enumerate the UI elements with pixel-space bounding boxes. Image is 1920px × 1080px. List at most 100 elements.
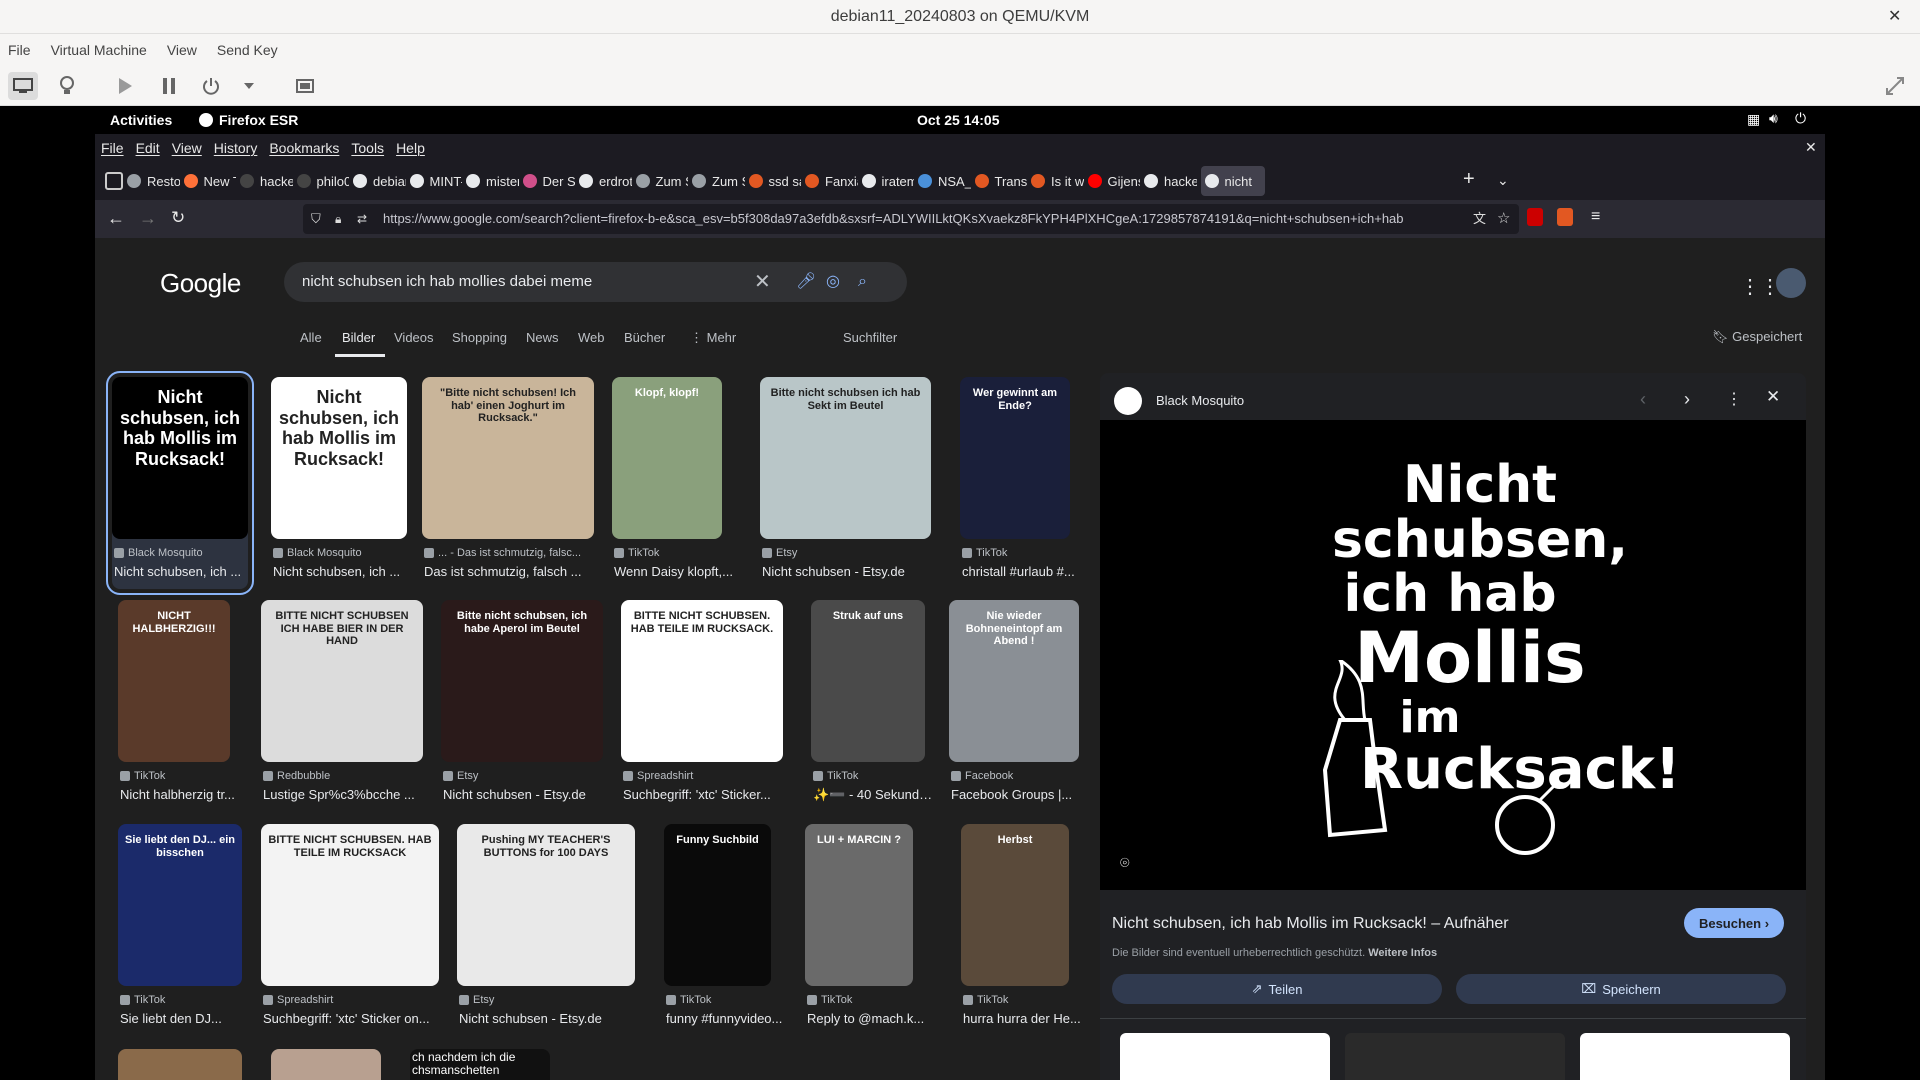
permissions-icon[interactable]: ⇄ — [357, 204, 367, 234]
result-title[interactable]: Nicht schubsen - Etsy.de — [762, 564, 943, 579]
result-source[interactable]: TikTok — [821, 994, 913, 1006]
browser-tab[interactable]: MINT- — [409, 166, 462, 196]
translate-icon[interactable]: 文 — [1473, 204, 1486, 234]
result-source[interactable]: TikTok — [134, 770, 230, 782]
result-source[interactable]: TikTok — [976, 547, 1070, 559]
search-filter[interactable]: Suchfilter — [843, 330, 897, 345]
snapshot-icon[interactable] — [290, 72, 320, 100]
activities-button[interactable]: Activities — [110, 112, 172, 128]
browser-tab[interactable]: Is it wo — [1031, 166, 1084, 196]
image-result[interactable]: BITTE NICHT SCHUBSEN. HAB TEILE IM RUCKS… — [621, 600, 783, 812]
browser-tab[interactable]: Der Se — [522, 166, 575, 196]
result-title[interactable]: Nicht schubsen - Etsy.de — [443, 787, 615, 802]
image-result[interactable]: Sie liebt den DJ... ein bisschen TikTok Si… — [118, 824, 242, 1036]
result-thumbnail[interactable]: Funny Suchbild — [664, 824, 771, 986]
result-source[interactable]: Etsy — [457, 770, 603, 782]
browser-tab[interactable]: NSA_I — [918, 166, 971, 196]
result-source[interactable]: ... - Das ist schmutzig, falsc... — [438, 547, 594, 559]
network-icon[interactable]: ▦ — [1747, 111, 1760, 128]
tab-alle[interactable]: Alle — [300, 330, 322, 345]
partial-thumb[interactable] — [271, 1049, 381, 1080]
partial-thumb-text[interactable]: ch nachdem ich die chsmanschetten — [410, 1049, 550, 1080]
addon-icon[interactable] — [1557, 208, 1573, 226]
preview-image[interactable]: Nicht schubsen, ich hab Mollis im Rucksa… — [1100, 420, 1806, 890]
reload-icon[interactable]: ↻ — [171, 208, 185, 228]
browser-tab[interactable]: debian — [353, 166, 406, 196]
image-result[interactable]: "Bitte nicht schubsen! Ich hab' einen Jo… — [422, 377, 594, 589]
browser-tab[interactable]: ssd sa — [748, 166, 801, 196]
play-icon[interactable] — [110, 72, 140, 100]
result-source[interactable]: Spreadshirt — [637, 770, 783, 782]
result-thumbnail[interactable]: Struk auf uns — [811, 600, 925, 762]
lightbulb-icon[interactable] — [52, 72, 82, 100]
result-title[interactable]: Nicht schubsen, ich ... — [273, 564, 419, 579]
ff-menu-view[interactable]: View — [172, 140, 202, 156]
new-tab-icon[interactable]: + — [1463, 168, 1475, 191]
result-source[interactable]: TikTok — [628, 547, 722, 559]
browser-tab[interactable]: erdrota — [579, 166, 632, 196]
image-result[interactable]: Bitte nicht schubsen, ich habe Aperol im… — [441, 600, 603, 812]
url-text[interactable]: https://www.google.com/search?client=fir… — [383, 204, 1463, 234]
related-thumb[interactable] — [1580, 1033, 1790, 1080]
volume-icon[interactable]: 🔊︎ — [1769, 110, 1778, 127]
next-icon[interactable]: › — [1684, 389, 1690, 410]
more-info-link[interactable]: Weitere Infos — [1368, 947, 1437, 959]
mic-icon[interactable]: 🎤︎ — [796, 262, 816, 302]
browser-tab[interactable]: Gijens — [1087, 166, 1140, 196]
result-source[interactable]: Spreadshirt — [277, 994, 439, 1006]
ublock-icon[interactable] — [1527, 208, 1543, 226]
clock[interactable]: Oct 25 14:05 — [917, 112, 1000, 128]
result-source[interactable]: Black Mosquito — [128, 547, 248, 559]
image-result[interactable]: NICHT HALBHERZIG!!! TikTok Nicht halbherzi… — [118, 600, 235, 812]
search-icon[interactable]: ⌕ — [858, 262, 867, 302]
result-title[interactable]: Suchbegriff: 'xtc' Sticker on... — [263, 1011, 451, 1026]
panel-title[interactable]: Nicht schubsen, ich hab Mollis im Rucksa… — [1112, 915, 1672, 933]
result-source[interactable]: TikTok — [680, 994, 771, 1006]
ff-close-icon[interactable]: ✕ — [1805, 139, 1817, 156]
result-source[interactable]: TikTok — [977, 994, 1069, 1006]
image-result[interactable]: BITTE NICHT SCHUBSEN ICH HABE BIER IN DE… — [261, 600, 423, 812]
result-title[interactable]: Nicht schubsen, ich ... — [114, 564, 260, 579]
result-title[interactable]: Facebook Groups |... — [951, 787, 1091, 802]
result-thumbnail[interactable]: "Bitte nicht schubsen! Ich hab' einen Jo… — [422, 377, 594, 539]
lens-search-icon[interactable]: ⌾ — [1120, 855, 1130, 873]
search-query[interactable]: nicht schubsen ich hab mollies dabei mem… — [302, 273, 592, 290]
image-result[interactable]: Klopf, klopf! TikTok Wenn Daisy klopft,... — [612, 377, 733, 589]
result-title[interactable]: Nicht schubsen - Etsy.de — [459, 1011, 647, 1026]
tab-mehr[interactable]: ⋮ Mehr — [690, 330, 736, 346]
result-title[interactable]: funny #funnyvideo... — [666, 1011, 783, 1026]
host-close-icon[interactable]: ✕ — [1888, 0, 1908, 34]
console-icon[interactable] — [8, 72, 38, 100]
result-thumbnail[interactable]: LUI + MARCIN ? — [805, 824, 913, 986]
app-menu[interactable]: Firefox ESR — [219, 112, 298, 128]
image-result[interactable]: BITTE NICHT SCHUBSEN. HAB TEILE IM RUCKS… — [261, 824, 439, 1036]
image-result[interactable]: Nicht schubsen, ich hab Mollis im Rucksa… — [271, 377, 407, 589]
result-title[interactable]: Wenn Daisy klopft,... — [614, 564, 734, 579]
result-title[interactable]: ✨➖ - 40 Sekunde... — [813, 787, 937, 803]
result-thumbnail[interactable]: BITTE NICHT SCHUBSEN. HAB TEILE IM RUCKS… — [621, 600, 783, 762]
saved-link[interactable]: 🔖︎ Gespeichert — [1712, 329, 1802, 345]
browser-tab[interactable]: Transc — [974, 166, 1027, 196]
result-thumbnail[interactable]: Bitte nicht schubsen ich hab Sekt im Beu… — [760, 377, 931, 539]
result-source[interactable]: Etsy — [473, 994, 635, 1006]
chevron-down-icon[interactable] — [234, 72, 264, 100]
result-thumbnail[interactable]: Nicht schubsen, ich hab Mollis im Rucksa… — [271, 377, 407, 539]
image-result[interactable]: Herbst TikTok hurra hurra der He... — [961, 824, 1081, 1036]
image-result[interactable]: Struk auf uns TikTok ✨➖ - 40 Sekunde... — [811, 600, 937, 812]
search-input[interactable]: nicht schubsen ich hab mollies dabei mem… — [284, 262, 907, 302]
result-title[interactable]: hurra hurra der He... — [963, 1011, 1081, 1026]
power-menu-icon[interactable]: ⏻ — [1795, 110, 1806, 127]
ff-menu-help[interactable]: Help — [396, 140, 425, 156]
result-thumbnail[interactable]: BITTE NICHT SCHUBSEN ICH HABE BIER IN DE… — [261, 600, 423, 762]
result-title[interactable]: Nicht halbherzig tr... — [120, 787, 242, 802]
lens-icon[interactable]: ◎ — [826, 262, 840, 302]
tab-videos[interactable]: Videos — [394, 330, 434, 345]
bookmark-star-icon[interactable]: ☆ — [1497, 204, 1510, 234]
image-result[interactable]: Pushing MY TEACHER'S BUTTONS for 100 DAY… — [457, 824, 635, 1036]
back-icon[interactable]: ← — [107, 208, 125, 229]
result-thumbnail[interactable]: Nicht schubsen, ich hab Mollis im Rucksa… — [112, 377, 248, 539]
result-thumbnail[interactable]: BITTE NICHT SCHUBSEN. HAB TEILE IM RUCKS… — [261, 824, 439, 986]
image-result[interactable]: Wer gewinnt am Ende? TikTok christall #url… — [960, 377, 1075, 589]
related-thumb[interactable] — [1345, 1033, 1565, 1080]
result-title[interactable]: christall #urlaub #... — [962, 564, 1082, 579]
